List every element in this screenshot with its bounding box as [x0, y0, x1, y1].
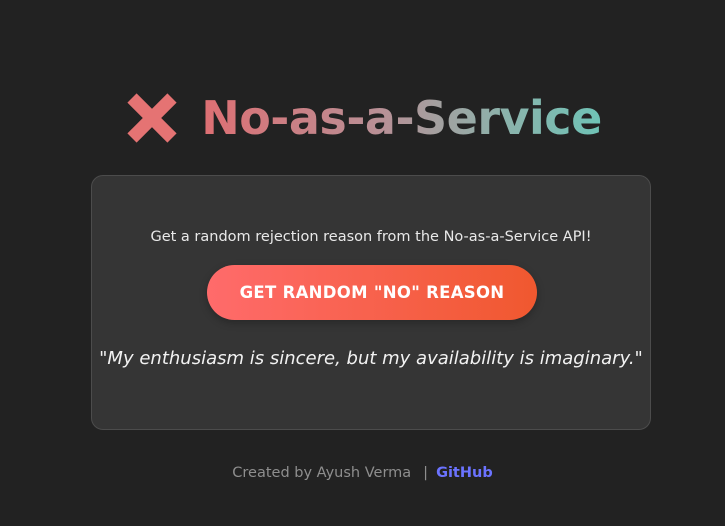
page-title: No-as-a-Service — [201, 91, 602, 145]
reason-quote: "My enthusiasm is sincere, but my availa… — [99, 348, 643, 369]
main-card: Get a random rejection reason from the N… — [91, 175, 651, 430]
footer: Created by Ayush Verma | GitHub — [0, 465, 725, 481]
header: No-as-a-Service — [0, 84, 725, 152]
footer-credit: Created by Ayush Verma — [232, 465, 412, 481]
github-link[interactable]: GitHub — [436, 465, 493, 481]
cross-mark-icon — [123, 89, 181, 147]
card-subtitle: Get a random rejection reason from the N… — [150, 229, 592, 245]
footer-separator: | — [423, 465, 429, 481]
page: No-as-a-Service Get a random rejection r… — [0, 0, 725, 526]
get-reason-button[interactable]: GET RANDOM "NO" REASON — [207, 265, 537, 320]
